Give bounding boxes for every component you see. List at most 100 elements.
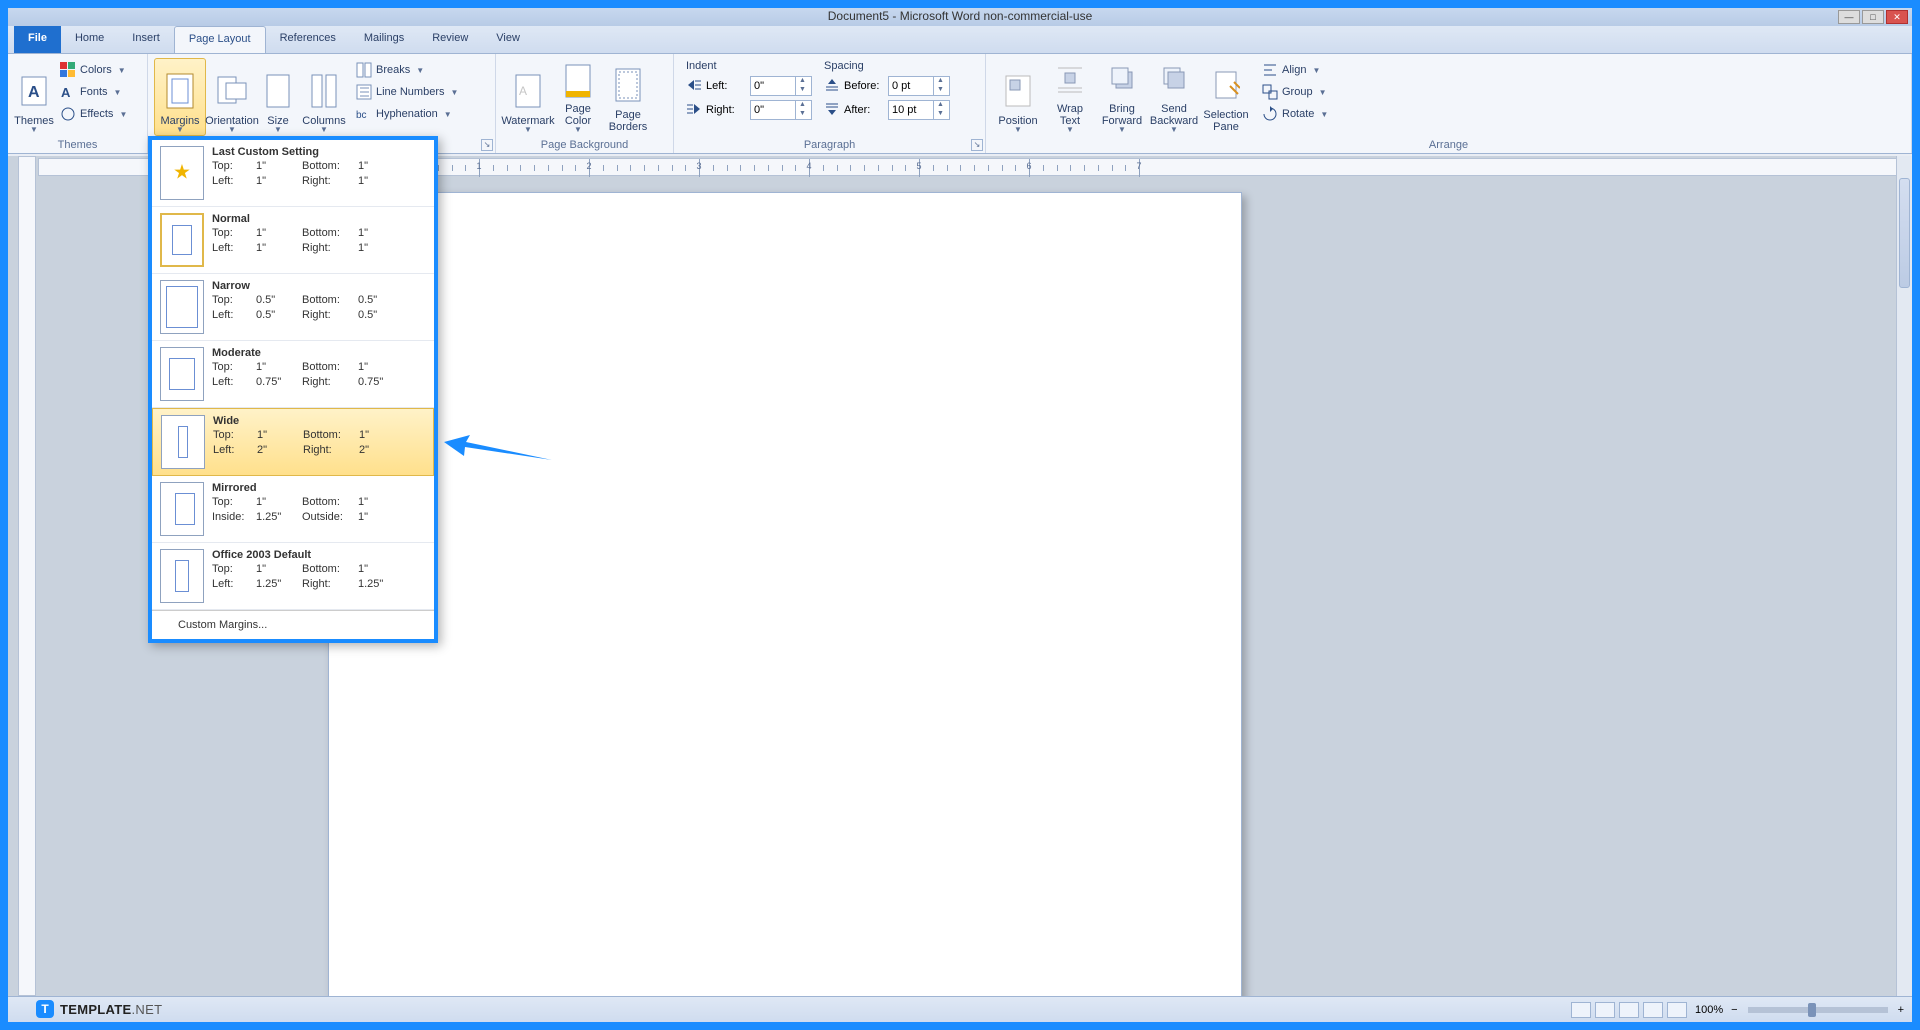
margin-name: Office 2003 Default [212, 549, 426, 561]
vertical-ruler[interactable] [18, 156, 36, 996]
page-color-label: Page Color [557, 103, 599, 127]
indent-right-label: Right: [706, 104, 746, 116]
breaks-label: Breaks [376, 64, 410, 76]
group-button[interactable]: Group▼ [1258, 82, 1332, 102]
tab-insert[interactable]: Insert [118, 26, 174, 53]
spin-up-icon[interactable]: ▲ [933, 77, 947, 86]
view-draft-button[interactable] [1667, 1002, 1687, 1018]
spacing-before-label: Before: [844, 80, 884, 92]
fonts-button[interactable]: AFonts▼ [56, 82, 131, 102]
spin-down-icon[interactable]: ▼ [795, 86, 809, 95]
size-button[interactable]: Size▼ [258, 58, 298, 136]
group-paragraph-label: Paragraph [674, 139, 985, 151]
margin-option-wide[interactable]: WideTop:1"Bottom:1"Left:2"Right:2" [152, 408, 434, 476]
view-outline-button[interactable] [1643, 1002, 1663, 1018]
send-backward-button[interactable]: Send Backward▼ [1148, 58, 1200, 136]
margin-name: Normal [212, 213, 426, 225]
window-title: Document5 - Microsoft Word non-commercia… [828, 9, 1093, 23]
margin-option-normal[interactable]: NormalTop:1"Bottom:1"Left:1"Right:1" [152, 207, 434, 274]
margin-name: Narrow [212, 280, 426, 292]
page-color-button[interactable]: Page Color▼ [554, 58, 602, 136]
hyphenation-label: Hyphenation [376, 108, 438, 120]
orientation-button[interactable]: Orientation▼ [206, 58, 258, 136]
view-fullscreen-button[interactable] [1595, 1002, 1615, 1018]
close-button[interactable]: ✕ [1886, 10, 1908, 24]
spacing-after-icon [824, 101, 840, 120]
indent-right-field[interactable]: ▲▼ [750, 100, 812, 120]
template-watermark: T TEMPLATE.NET [36, 1000, 162, 1018]
tab-home[interactable]: Home [61, 26, 118, 53]
wrap-text-label: Wrap Text [1047, 103, 1093, 127]
indent-left-label: Left: [706, 80, 746, 92]
margin-option-mirrored[interactable]: MirroredTop:1"Bottom:1"Inside:1.25"Outsi… [152, 476, 434, 543]
margin-option-last-custom-setting[interactable]: Last Custom SettingTop:1"Bottom:1"Left:1… [152, 140, 434, 207]
colors-label: Colors [80, 64, 112, 76]
selection-pane-button[interactable]: Selection Pane [1200, 58, 1252, 136]
spacing-before-field[interactable]: ▲▼ [888, 76, 950, 96]
align-button[interactable]: Align▼ [1258, 60, 1332, 80]
tab-page-layout[interactable]: Page Layout [174, 26, 266, 53]
spacing-after-field[interactable]: ▲▼ [888, 100, 950, 120]
line-numbers-button[interactable]: Line Numbers▼ [352, 82, 462, 102]
colors-button[interactable]: Colors▼ [56, 60, 131, 80]
margins-button[interactable]: Margins▼ [154, 58, 206, 136]
spin-up-icon[interactable]: ▲ [795, 77, 809, 86]
spin-up-icon[interactable]: ▲ [795, 101, 809, 110]
align-label: Align [1282, 64, 1306, 76]
zoom-slider[interactable] [1748, 1007, 1888, 1013]
breaks-button[interactable]: Breaks▼ [352, 60, 462, 80]
tab-mailings[interactable]: Mailings [350, 26, 418, 53]
tab-view[interactable]: View [482, 26, 534, 53]
maximize-button[interactable]: □ [1862, 10, 1884, 24]
margin-name: Wide [213, 415, 425, 427]
zoom-in-button[interactable]: + [1898, 1004, 1904, 1016]
annotation-arrow [442, 432, 562, 482]
svg-text:A: A [519, 84, 527, 98]
margin-option-office-2003-default[interactable]: Office 2003 DefaultTop:1"Bottom:1"Left:1… [152, 543, 434, 610]
indent-left-icon [686, 77, 702, 96]
template-net: .NET [132, 1002, 163, 1017]
pagesetup-launcher[interactable]: ↘ [481, 139, 493, 151]
wrap-text-button[interactable]: Wrap Text▼ [1044, 58, 1096, 136]
margin-name: Last Custom Setting [212, 146, 426, 158]
tab-file[interactable]: File [14, 26, 61, 53]
spacing-title: Spacing [824, 60, 950, 72]
effects-button[interactable]: Effects▼ [56, 104, 131, 124]
document-page[interactable] [328, 192, 1242, 996]
indent-title: Indent [686, 60, 812, 72]
margin-option-moderate[interactable]: ModerateTop:1"Bottom:1"Left:0.75"Right:0… [152, 341, 434, 408]
minimize-button[interactable]: — [1838, 10, 1860, 24]
scroll-thumb[interactable] [1899, 178, 1910, 288]
paragraph-launcher[interactable]: ↘ [971, 139, 983, 151]
spin-down-icon[interactable]: ▼ [933, 86, 947, 95]
themes-button[interactable]: A Themes ▼ [14, 58, 54, 136]
zoom-out-button[interactable]: − [1731, 1004, 1737, 1016]
vertical-scrollbar[interactable] [1896, 156, 1912, 996]
spin-down-icon[interactable]: ▼ [933, 110, 947, 119]
svg-text:A: A [28, 84, 40, 101]
margin-option-narrow[interactable]: NarrowTop:0.5"Bottom:0.5"Left:0.5"Right:… [152, 274, 434, 341]
view-web-button[interactable] [1619, 1002, 1639, 1018]
hyphenation-button[interactable]: bcHyphenation▼ [352, 104, 462, 124]
page-borders-label: Page Borders [605, 109, 651, 133]
indent-left-field[interactable]: ▲▼ [750, 76, 812, 96]
tab-review[interactable]: Review [418, 26, 482, 53]
send-backward-label: Send Backward [1150, 103, 1198, 127]
tab-references[interactable]: References [266, 26, 350, 53]
spin-up-icon[interactable]: ▲ [933, 101, 947, 110]
position-button[interactable]: Position▼ [992, 58, 1044, 136]
bring-forward-button[interactable]: Bring Forward▼ [1096, 58, 1148, 136]
watermark-button[interactable]: A Watermark▼ [502, 58, 554, 136]
page-borders-button[interactable]: Page Borders [602, 58, 654, 136]
bring-forward-label: Bring Forward [1099, 103, 1145, 127]
rotate-button[interactable]: Rotate▼ [1258, 104, 1332, 124]
columns-button[interactable]: Columns▼ [298, 58, 350, 136]
group-arrange-label: Arrange [986, 139, 1911, 151]
view-print-layout-button[interactable] [1571, 1002, 1591, 1018]
selection-pane-label: Selection Pane [1203, 109, 1249, 133]
effects-label: Effects [80, 108, 113, 120]
ribbon-tabs: File Home Insert Page Layout References … [8, 26, 1912, 54]
spin-down-icon[interactable]: ▼ [795, 110, 809, 119]
custom-margins-button[interactable]: Custom Margins... [152, 610, 434, 639]
zoom-knob[interactable] [1808, 1003, 1816, 1017]
